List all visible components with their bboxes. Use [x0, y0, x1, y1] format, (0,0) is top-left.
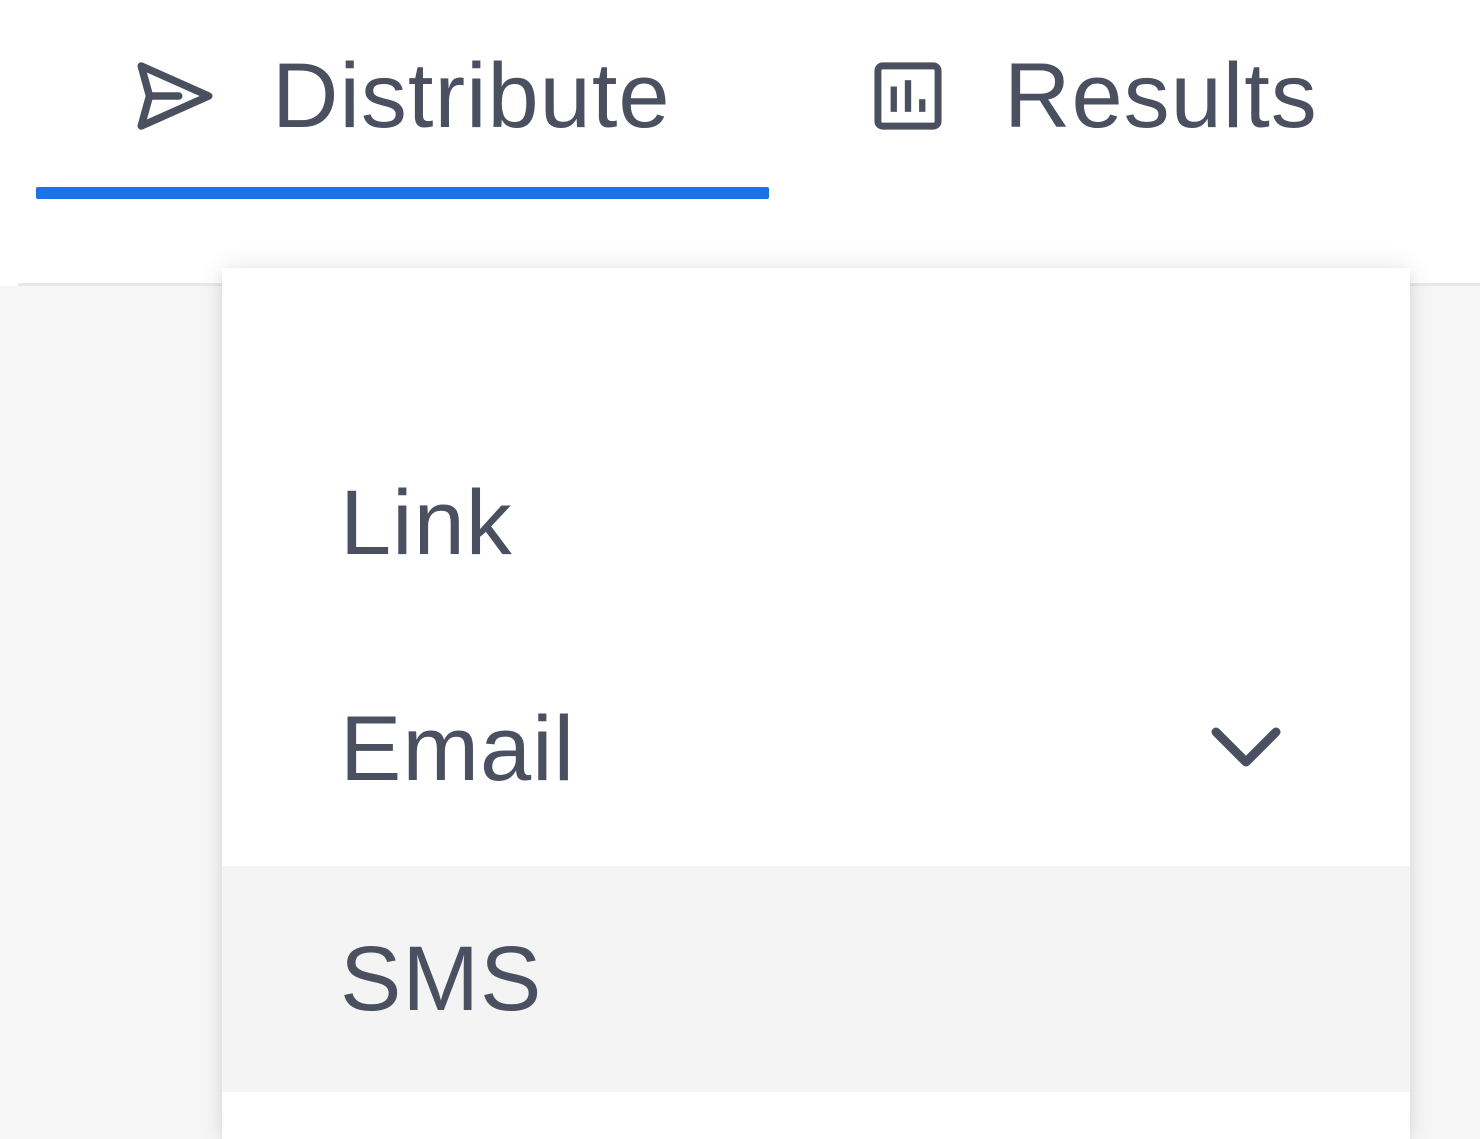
bar-chart-icon [870, 58, 946, 134]
menu-item-email[interactable]: Email [222, 636, 1410, 862]
send-icon [130, 51, 220, 141]
menu-item-label: Link [340, 472, 513, 574]
menu-item-label: SMS [340, 928, 543, 1030]
tab-distribute-label: Distribute [272, 45, 671, 147]
menu-item-sms[interactable]: SMS [222, 866, 1410, 1092]
tab-distribute[interactable]: Distribute [130, 40, 671, 152]
active-tab-indicator [36, 187, 769, 199]
chevron-down-icon[interactable] [1208, 720, 1284, 776]
distribute-menu: Link Email SMS [222, 268, 1410, 1139]
menu-item-label: Email [340, 698, 576, 800]
tab-bar: Distribute Results [0, 0, 1480, 285]
tab-results-label: Results [1004, 45, 1318, 147]
tab-results[interactable]: Results [870, 40, 1318, 152]
menu-item-link[interactable]: Link [222, 410, 1410, 636]
